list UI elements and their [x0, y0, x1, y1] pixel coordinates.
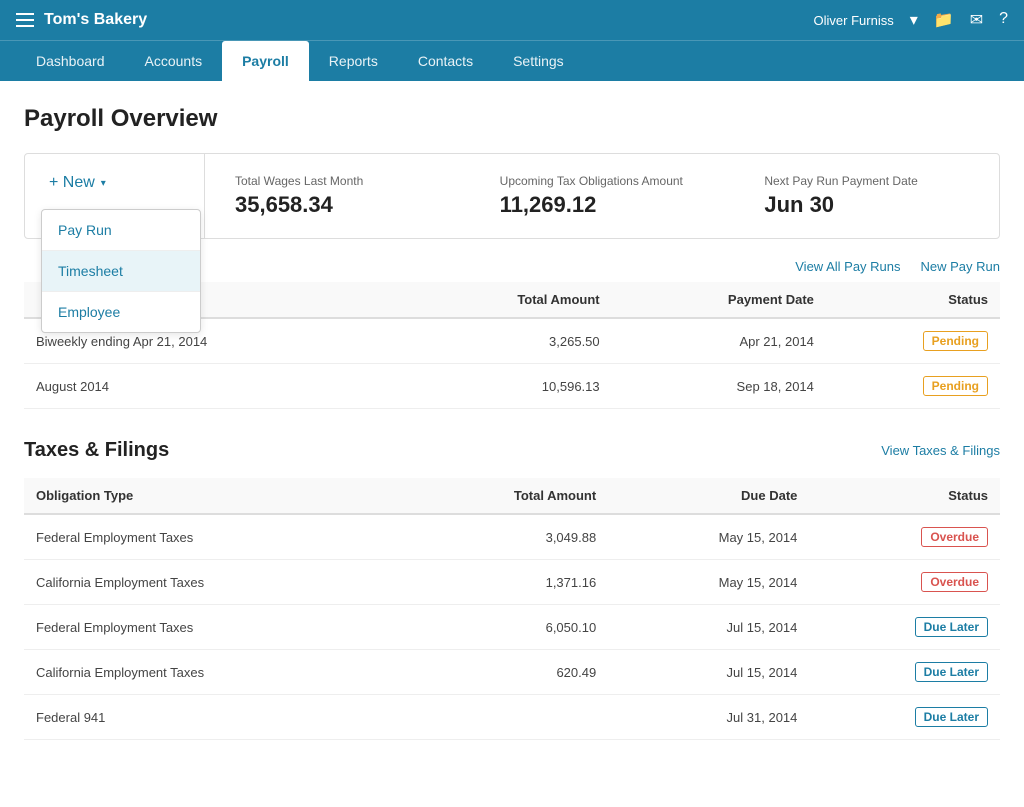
- pay-run-date: Sep 18, 2014: [612, 364, 826, 409]
- tax-total-amount: 3,049.88: [400, 514, 608, 560]
- tax-obligations-value: 11,269.12: [500, 192, 705, 218]
- chevron-down-icon[interactable]: ▾: [910, 10, 918, 30]
- status-badge: Due Later: [915, 662, 988, 682]
- tax-total-amount: 1,371.16: [400, 560, 608, 605]
- taxes-header-row: Obligation Type Total Amount Due Date St…: [24, 478, 1000, 514]
- col-taxes-total-amount: Total Amount: [400, 478, 608, 514]
- app-name: Tom's Bakery: [44, 11, 147, 29]
- nav-payroll[interactable]: Payroll: [222, 41, 309, 81]
- new-dropdown-menu: Pay Run Timesheet Employee: [41, 209, 201, 333]
- tax-total-amount: 6,050.10: [400, 605, 608, 650]
- tax-obligation-type: Federal Employment Taxes: [24, 514, 400, 560]
- tax-obligations-label: Upcoming Tax Obligations Amount: [500, 174, 705, 188]
- tax-obligations-block: Upcoming Tax Obligations Amount 11,269.1…: [470, 154, 735, 238]
- tax-status: Due Later: [809, 605, 1000, 650]
- col-taxes-status: Status: [809, 478, 1000, 514]
- tax-obligation-type: California Employment Taxes: [24, 560, 400, 605]
- new-button-arrow: ▾: [101, 178, 106, 189]
- taxes-title: Taxes & Filings: [24, 439, 169, 462]
- nav-accounts[interactable]: Accounts: [125, 41, 223, 81]
- top-bar-right: Oliver Furniss ▾ 📁 ✉ ?: [814, 10, 1008, 30]
- pay-run-name: August 2014: [24, 364, 404, 409]
- view-all-pay-runs-link[interactable]: View All Pay Runs: [795, 259, 900, 274]
- taxes-section: Obligation Type Total Amount Due Date St…: [24, 478, 1000, 740]
- tax-due-date: Jul 15, 2014: [608, 605, 809, 650]
- total-wages-label: Total Wages Last Month: [235, 174, 440, 188]
- nav-bar: Dashboard Accounts Payroll Reports Conta…: [0, 40, 1024, 81]
- tax-obligation-type: Federal Employment Taxes: [24, 605, 400, 650]
- top-bar-left: Tom's Bakery: [16, 11, 147, 29]
- next-pay-run-block: Next Pay Run Payment Date Jun 30: [734, 154, 999, 238]
- tax-total-amount: [400, 695, 608, 740]
- pay-run-amount: 10,596.13: [404, 364, 611, 409]
- total-wages-value: 35,658.34: [235, 192, 440, 218]
- nav-settings[interactable]: Settings: [493, 41, 584, 81]
- pay-run-status: Pending: [826, 364, 1000, 409]
- status-badge: Pending: [923, 331, 988, 351]
- tax-row[interactable]: Federal 941 Jul 31, 2014 Due Later: [24, 695, 1000, 740]
- tax-due-date: Jul 31, 2014: [608, 695, 809, 740]
- top-icons: 📁 ✉ ?: [934, 10, 1008, 30]
- status-badge: Due Later: [915, 707, 988, 727]
- pay-run-row[interactable]: August 2014 10,596.13 Sep 18, 2014 Pendi…: [24, 364, 1000, 409]
- tax-status: Overdue: [809, 514, 1000, 560]
- nav-dashboard[interactable]: Dashboard: [16, 41, 125, 81]
- tax-row[interactable]: California Employment Taxes 1,371.16 May…: [24, 560, 1000, 605]
- hamburger-menu[interactable]: [16, 13, 34, 27]
- page-content: Payroll Overview + New ▾ Pay Run Timeshe…: [0, 81, 1024, 807]
- tax-obligation-type: California Employment Taxes: [24, 650, 400, 695]
- dropdown-employee[interactable]: Employee: [42, 292, 200, 332]
- tax-row[interactable]: California Employment Taxes 620.49 Jul 1…: [24, 650, 1000, 695]
- tax-status: Overdue: [809, 560, 1000, 605]
- top-bar: Tom's Bakery Oliver Furniss ▾ 📁 ✉ ?: [0, 0, 1024, 40]
- dropdown-pay-run[interactable]: Pay Run: [42, 210, 200, 251]
- new-button-container: + New ▾ Pay Run Timesheet Employee: [25, 154, 205, 238]
- col-due-date: Due Date: [608, 478, 809, 514]
- new-button[interactable]: + New ▾: [49, 174, 106, 192]
- status-badge: Due Later: [915, 617, 988, 637]
- tax-status: Due Later: [809, 650, 1000, 695]
- next-pay-run-label: Next Pay Run Payment Date: [764, 174, 969, 188]
- pay-run-amount: 3,265.50: [404, 318, 611, 364]
- view-taxes-link[interactable]: View Taxes & Filings: [881, 443, 1000, 458]
- pay-run-status: Pending: [826, 318, 1000, 364]
- total-wages-block: Total Wages Last Month 35,658.34: [205, 154, 470, 238]
- col-pay-run-status: Status: [826, 282, 1000, 318]
- user-name[interactable]: Oliver Furniss: [814, 13, 894, 28]
- mail-icon[interactable]: ✉: [970, 10, 983, 30]
- tax-row[interactable]: Federal Employment Taxes 3,049.88 May 15…: [24, 514, 1000, 560]
- tax-due-date: May 15, 2014: [608, 560, 809, 605]
- status-badge: Pending: [923, 376, 988, 396]
- folder-icon[interactable]: 📁: [934, 10, 954, 30]
- new-button-label: + New: [49, 174, 95, 192]
- status-badge: Overdue: [921, 572, 988, 592]
- tax-row[interactable]: Federal Employment Taxes 6,050.10 Jul 15…: [24, 605, 1000, 650]
- col-pay-run-payment-date: Payment Date: [612, 282, 826, 318]
- nav-contacts[interactable]: Contacts: [398, 41, 493, 81]
- page-title: Payroll Overview: [24, 105, 1000, 133]
- tax-total-amount: 620.49: [400, 650, 608, 695]
- tax-status: Due Later: [809, 695, 1000, 740]
- tax-due-date: May 15, 2014: [608, 514, 809, 560]
- next-pay-run-value: Jun 30: [764, 192, 969, 218]
- help-icon[interactable]: ?: [999, 10, 1008, 30]
- summary-card: + New ▾ Pay Run Timesheet Employee Total…: [24, 153, 1000, 239]
- pay-run-date: Apr 21, 2014: [612, 318, 826, 364]
- tax-obligation-type: Federal 941: [24, 695, 400, 740]
- taxes-table: Obligation Type Total Amount Due Date St…: [24, 478, 1000, 740]
- col-pay-run-total-amount: Total Amount: [404, 282, 611, 318]
- tax-due-date: Jul 15, 2014: [608, 650, 809, 695]
- status-badge: Overdue: [921, 527, 988, 547]
- dropdown-timesheet[interactable]: Timesheet: [42, 251, 200, 292]
- col-obligation-type: Obligation Type: [24, 478, 400, 514]
- taxes-section-header: Taxes & Filings View Taxes & Filings: [24, 439, 1000, 462]
- new-pay-run-link[interactable]: New Pay Run: [921, 259, 1000, 274]
- nav-reports[interactable]: Reports: [309, 41, 398, 81]
- summary-stats: Total Wages Last Month 35,658.34 Upcomin…: [205, 154, 999, 238]
